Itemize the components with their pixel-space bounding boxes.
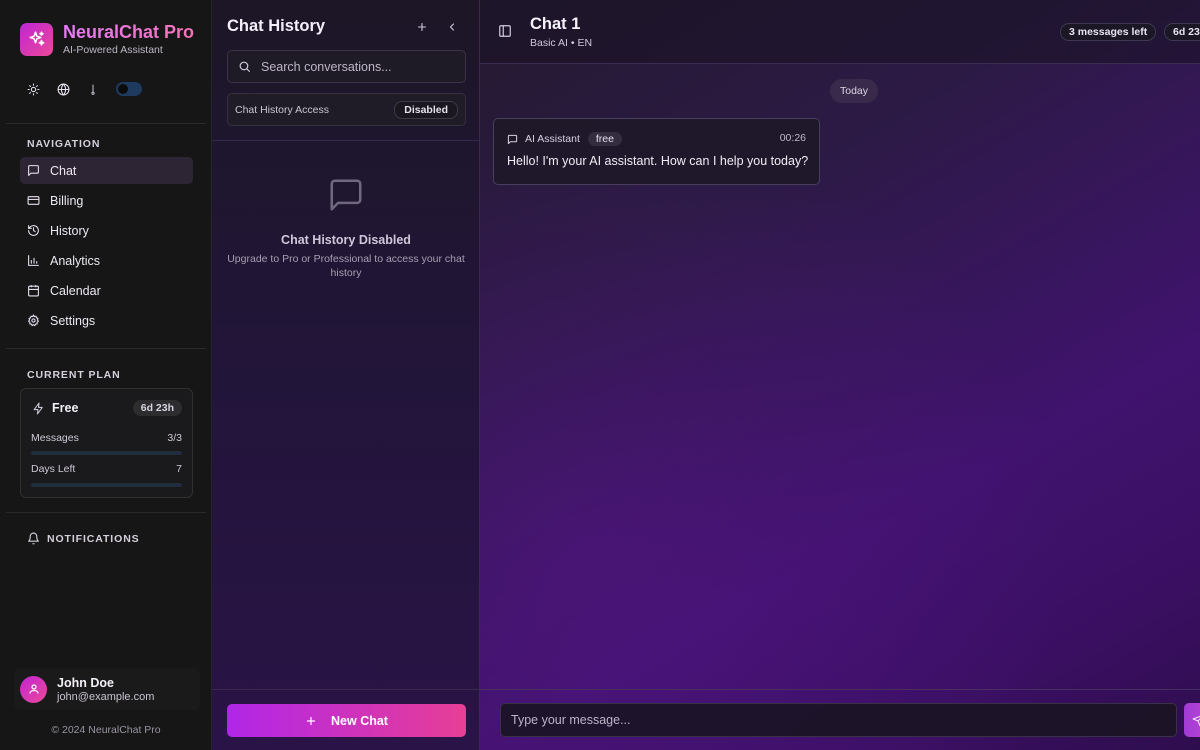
- thermometer-icon: [86, 82, 100, 96]
- nav-item-analytics[interactable]: Analytics: [20, 247, 193, 274]
- send-icon: [1192, 715, 1200, 726]
- new-chat-button[interactable]: New Chat: [227, 704, 466, 737]
- message-square-icon: [28, 165, 39, 176]
- plus-icon[interactable]: [414, 19, 430, 35]
- message-sender: AI Assistant: [525, 133, 580, 145]
- divider: [480, 689, 1200, 690]
- divider: [6, 123, 206, 124]
- nav-item-calendar[interactable]: Calendar: [20, 277, 193, 304]
- message-square-icon: [507, 134, 518, 144]
- divider: [6, 348, 206, 349]
- navigation-title: NAVIGATION: [27, 138, 101, 150]
- copyright: © 2024 NeuralChat Pro: [51, 724, 161, 736]
- bell-icon: [28, 532, 39, 545]
- globe-icon[interactable]: [56, 82, 70, 96]
- calendar-icon: [28, 285, 39, 297]
- empty-state: Chat History Disabled Upgrade to Pro or …: [212, 176, 480, 280]
- access-label: Chat History Access: [235, 103, 329, 116]
- assistant-message: AI Assistant free 00:26 Hello! I'm your …: [493, 118, 820, 185]
- chat-title: Chat 1: [530, 15, 581, 33]
- user-email: john@example.com: [57, 690, 155, 703]
- chevron-left-icon[interactable]: [444, 19, 460, 35]
- theme-toggle[interactable]: [116, 82, 142, 96]
- message-time: 00:26: [779, 132, 806, 144]
- chat-subtitle: Basic AI • EN: [530, 37, 593, 49]
- chat-history-panel: Chat History Chat History Access Disable…: [212, 0, 480, 750]
- search-box: [227, 50, 466, 83]
- gear-icon: [27, 314, 40, 327]
- brand-title: NeuralChat Pro: [63, 22, 195, 42]
- history-icon: [28, 225, 39, 236]
- nav-label: Billing: [50, 193, 84, 208]
- new-chat-label: New Chat: [331, 713, 388, 728]
- sun-icon[interactable]: [26, 82, 40, 96]
- zap-icon: [33, 402, 43, 414]
- nav-item-settings[interactable]: Settings: [20, 307, 193, 334]
- time-left-badge: 6d 23: [1164, 23, 1200, 41]
- avatar: [20, 675, 47, 703]
- message-text: Hello! I'm your AI assistant. How can I …: [507, 154, 809, 168]
- empty-description: Upgrade to Pro or Professional to access…: [227, 253, 465, 279]
- divider: [212, 140, 480, 141]
- sparkles-logo-icon: [20, 22, 53, 56]
- user-icon: [28, 684, 39, 694]
- chat-main: Chat 1 Basic AI • EN 3 messages left 6d …: [480, 0, 1200, 750]
- messages-value: 3/3: [167, 432, 182, 444]
- nav-item-chat[interactable]: Chat: [20, 157, 193, 184]
- divider: [212, 689, 480, 690]
- nav-label: Calendar: [50, 283, 101, 298]
- message-input[interactable]: [511, 713, 1176, 727]
- history-title: Chat History: [227, 17, 326, 35]
- days-progress-bar: [31, 483, 182, 487]
- chat-header: Chat 1 Basic AI • EN 3 messages left 6d …: [480, 0, 1200, 64]
- days-left-label: Days Left: [31, 463, 76, 475]
- sidebar: NeuralChat Pro AI-Powered Assistant NAVI…: [0, 0, 212, 750]
- status-badge: Disabled: [394, 100, 458, 119]
- nav-item-billing[interactable]: Billing: [20, 187, 193, 214]
- nav-label: Settings: [50, 313, 96, 328]
- nav-label: History: [50, 223, 89, 238]
- divider: [6, 512, 206, 513]
- notifications-title: NOTIFICATIONS: [47, 532, 140, 545]
- system-controls: [26, 82, 142, 96]
- empty-title: Chat History Disabled: [281, 233, 411, 247]
- history-access-row: Chat History Access Disabled: [227, 93, 466, 126]
- message-composer: [500, 703, 1177, 737]
- days-left-value: 7: [176, 463, 182, 475]
- search-icon: [239, 61, 250, 72]
- nav-label: Analytics: [50, 253, 101, 268]
- credit-card-icon: [27, 196, 40, 205]
- notifications-header[interactable]: NOTIFICATIONS: [27, 532, 140, 545]
- plus-icon: [306, 716, 316, 725]
- plan-tag: free: [587, 132, 622, 146]
- search-input[interactable]: [261, 59, 465, 74]
- plan-time-badge: 6d 23h: [132, 400, 182, 416]
- current-plan-title: CURRENT PLAN: [27, 369, 121, 381]
- messages-left-badge: 3 messages left: [1060, 23, 1157, 41]
- messages-progress-bar: [31, 451, 182, 455]
- nav-label: Chat: [50, 163, 77, 178]
- app-root: NeuralChat Pro AI-Powered Assistant NAVI…: [0, 0, 1200, 750]
- nav-item-history[interactable]: History: [20, 217, 193, 244]
- messages-label: Messages: [31, 432, 79, 444]
- message-square-icon: [330, 179, 362, 211]
- user-name: John Doe: [57, 675, 114, 690]
- navigation-menu: Chat Billing History Analytics Calendar …: [20, 157, 193, 337]
- brand[interactable]: NeuralChat Pro AI-Powered Assistant: [20, 22, 194, 56]
- date-divider: Today: [830, 79, 879, 103]
- user-profile[interactable]: John Doe john@example.com: [14, 668, 200, 710]
- sidebar-toggle-icon[interactable]: [498, 24, 512, 43]
- brand-subtitle: AI-Powered Assistant: [63, 44, 163, 56]
- plan-card: Free 6d 23h Messages 3/3 Days Left 7: [20, 388, 193, 498]
- plan-name: Free: [52, 401, 79, 415]
- bar-chart-icon: [28, 255, 39, 266]
- send-button[interactable]: [1184, 703, 1200, 737]
